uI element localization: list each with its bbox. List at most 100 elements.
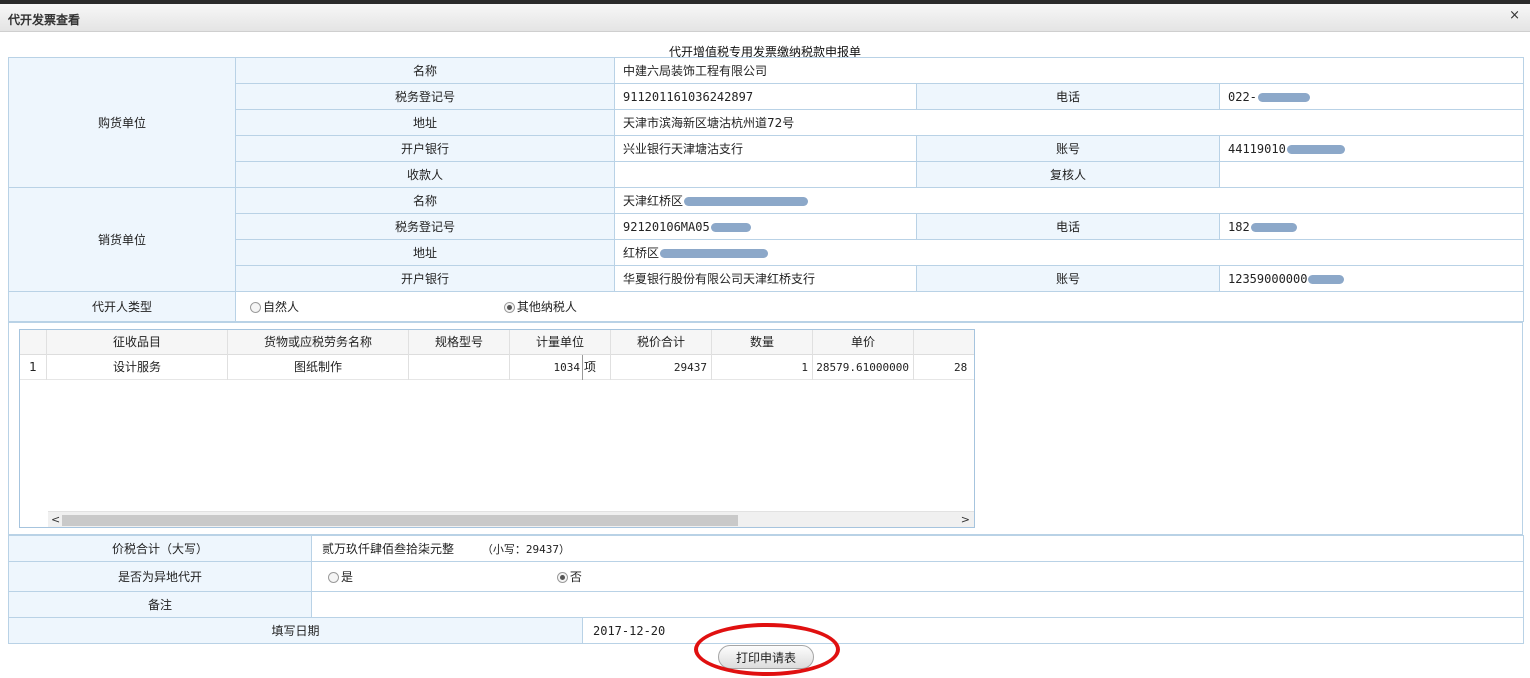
buyer-account-label: 账号	[916, 135, 1220, 162]
buyer-account-value: 44119010	[1228, 141, 1286, 156]
buyer-section-label: 购货单位	[8, 57, 236, 188]
buyer-bank-label: 开户银行	[235, 135, 615, 162]
column-header[interactable]: 单价	[813, 330, 914, 355]
radio-unchecked-icon	[250, 302, 261, 313]
agent-type-option-label: 自然人	[263, 300, 300, 314]
remote-option-label: 是	[341, 570, 354, 584]
seller-name-value: 天津红桥区	[623, 194, 684, 208]
buyer-phone-label: 电话	[916, 83, 1220, 110]
column-header[interactable]: 计量单位	[510, 330, 611, 355]
redaction-mark	[660, 249, 769, 258]
buyer-account-cell: 44119010	[1219, 135, 1524, 162]
item-unit: 项	[582, 355, 596, 380]
agent-type-option-label: 其他纳税人	[516, 300, 577, 314]
column-header[interactable]: 税价合计	[611, 330, 712, 355]
seller-account-cell: 12359000000	[1219, 265, 1524, 292]
items-grid: 征收品目 货物或应税劳务名称 规格型号 计量单位 税价合计 数量 单价 1 设计…	[19, 329, 975, 528]
horizontal-scrollbar[interactable]: < >	[48, 511, 974, 527]
print-application-button[interactable]: 打印申请表	[718, 645, 814, 669]
remote-options: 是 否	[311, 561, 1524, 592]
table-row[interactable]: 1 设计服务 图纸制作 1034 项 29437 1 28579.6100000…	[20, 355, 974, 380]
seller-bank-row: 开户银行 华夏银行股份有限公司天津红桥支行 账号 12359000000	[9, 265, 1524, 292]
agent-type-options: 自然人 其他纳税人	[235, 291, 1524, 322]
date-label: 填写日期	[8, 617, 583, 644]
buyer-bank-row: 开户银行 兴业银行天津塘沽支行 账号 44119010	[9, 135, 1524, 162]
total-label: 价税合计（大写）	[8, 535, 312, 562]
seller-phone-value: 182	[1228, 219, 1250, 234]
remote-row: 是否为异地代开 是 否	[8, 561, 1524, 592]
column-header-overflow	[914, 330, 974, 355]
seller-taxid-value: 92120106MA05	[623, 219, 710, 234]
dialog-titlebar: 代开发票查看 ×	[0, 4, 1530, 32]
close-icon[interactable]: ×	[1509, 8, 1520, 23]
row-number: 1	[20, 355, 47, 380]
remark-value[interactable]	[311, 591, 1524, 618]
payee-label: 收款人	[235, 161, 615, 188]
item-unit-cell: 1034 项	[510, 355, 611, 380]
seller-account-label: 账号	[916, 265, 1220, 292]
radio-checked-icon	[556, 572, 568, 583]
buyer-taxid-row: 税务登记号 911201161036242897 电话 022-	[9, 83, 1524, 110]
redaction-mark	[710, 222, 751, 232]
item-unit-price: 28579.61000000	[813, 355, 914, 380]
redaction-mark	[684, 197, 809, 206]
agent-type-natural-person-radio[interactable]: 自然人	[250, 298, 500, 315]
scroll-right-icon[interactable]: >	[961, 512, 970, 527]
item-total: 29437	[611, 355, 712, 380]
summary-table: 价税合计（大写） 贰万玖仟肆佰叁拾柒元整 （小写：29437） 是否为异地代开 …	[8, 535, 1524, 644]
seller-bank-value: 华夏银行股份有限公司天津红桥支行	[614, 265, 917, 292]
seller-name-row: 销货单位 名称 天津红桥区	[8, 187, 1524, 292]
remark-label: 备注	[8, 591, 312, 618]
seller-taxid-label: 税务登记号	[235, 213, 615, 240]
radio-unchecked-icon	[328, 572, 339, 583]
radio-checked-icon	[503, 302, 515, 313]
buyer-address-value: 天津市滨海新区塘沽杭州道72号	[614, 109, 1524, 136]
invoice-form-table: 购货单位 名称 中建六局装饰工程有限公司 税务登记号 9112011610362…	[8, 57, 1524, 322]
agent-type-other-taxpayer-radio[interactable]: 其他纳税人	[503, 300, 577, 314]
buyer-taxid-label: 税务登记号	[235, 83, 615, 110]
seller-bank-label: 开户银行	[235, 265, 615, 292]
remote-yes-radio[interactable]: 是	[328, 568, 553, 585]
redaction-mark	[1286, 144, 1345, 154]
seller-taxid-cell: 92120106MA05	[614, 213, 917, 240]
item-quantity: 1	[712, 355, 813, 380]
redaction-mark	[1257, 92, 1310, 102]
buyer-address-row: 地址 天津市滨海新区塘沽杭州道72号	[9, 109, 1524, 136]
item-goods-name: 图纸制作	[228, 355, 409, 380]
payee-value	[614, 161, 917, 188]
column-header[interactable]: 货物或应税劳务名称	[228, 330, 409, 355]
scrollbar-thumb[interactable]	[62, 515, 738, 526]
item-category: 设计服务	[47, 355, 228, 380]
column-header[interactable]: 规格型号	[409, 330, 510, 355]
agent-type-row: 代开人类型 自然人 其他纳税人	[8, 291, 1524, 322]
buyer-phone-cell: 022-	[1219, 83, 1524, 110]
buyer-payee-row: 收款人 复核人	[9, 161, 1524, 188]
redaction-mark	[1308, 274, 1345, 284]
row-number-header	[20, 330, 47, 355]
item-unit-code: 1034	[553, 361, 581, 374]
remote-no-radio[interactable]: 否	[556, 570, 582, 584]
buyer-taxid-value: 911201161036242897	[614, 83, 917, 110]
buyer-name-row: 购货单位 名称 中建六局装饰工程有限公司	[8, 57, 1524, 188]
column-header[interactable]: 征收品目	[47, 330, 228, 355]
remote-option-label: 否	[569, 570, 582, 584]
seller-account-value: 12359000000	[1228, 271, 1308, 286]
buyer-name-value: 中建六局装饰工程有限公司	[614, 57, 1524, 84]
total-small-value: （小写：29437）	[481, 543, 570, 556]
seller-taxid-row: 税务登记号 92120106MA05 电话 182	[9, 213, 1524, 240]
remark-row: 备注	[8, 591, 1524, 618]
date-value: 2017-12-20	[582, 617, 1524, 644]
seller-address-label: 地址	[235, 239, 615, 266]
dialog-title: 代开发票查看	[8, 13, 81, 27]
redaction-mark	[1250, 222, 1297, 232]
item-spec	[409, 355, 510, 380]
buyer-phone-value: 022-	[1228, 89, 1257, 104]
scroll-left-icon[interactable]: <	[51, 512, 60, 527]
column-header[interactable]: 数量	[712, 330, 813, 355]
buyer-name-label: 名称	[235, 57, 615, 84]
items-grid-header: 征收品目 货物或应税劳务名称 规格型号 计量单位 税价合计 数量 单价	[20, 330, 974, 355]
seller-phone-label: 电话	[916, 213, 1220, 240]
remote-label: 是否为异地代开	[8, 561, 312, 592]
reviewer-label: 复核人	[916, 161, 1220, 188]
date-row: 填写日期 2017-12-20	[8, 617, 1524, 644]
